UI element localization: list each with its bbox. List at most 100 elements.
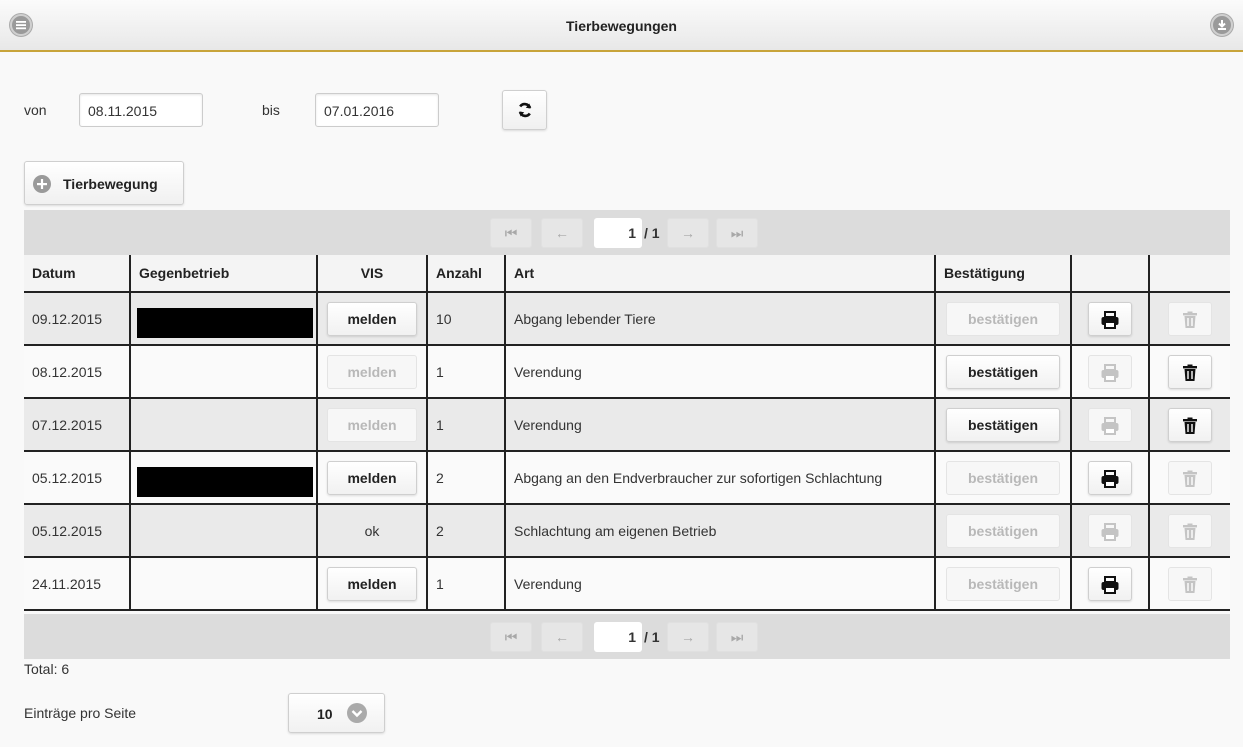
- prev-page-icon[interactable]: ←: [541, 218, 583, 248]
- table-header-row: Datum Gegenbetrieb VIS Anzahl Art Bestät…: [24, 255, 1230, 293]
- cell-datum: 08.12.2015: [24, 345, 130, 399]
- table-row: 05.12.2015 melden 2 Abgang an den Endverbra…: [24, 451, 1230, 505]
- print-icon: [1100, 575, 1120, 597]
- col-anzahl[interactable]: Anzahl: [426, 255, 505, 293]
- cell-gegenbetrieb: [129, 451, 317, 505]
- table-row: 08.12.2015 melden 1 Verendung bestätigen: [24, 345, 1230, 399]
- per-page-select[interactable]: 10: [288, 693, 385, 733]
- first-page-icon[interactable]: ⏮: [490, 218, 532, 248]
- cell-anzahl: 1: [426, 557, 505, 611]
- movements-table: Datum Gegenbetrieb VIS Anzahl Art Bestät…: [24, 255, 1230, 611]
- cell-bestaetigung: bestätigen: [934, 345, 1071, 399]
- cell-datum: 09.12.2015: [24, 292, 130, 346]
- cell-art: Verendung: [504, 345, 935, 399]
- cell-anzahl: 2: [426, 451, 505, 505]
- cell-print: [1070, 345, 1149, 399]
- per-page-value: 10: [317, 706, 333, 722]
- cell-vis: ok: [316, 504, 427, 558]
- page-input[interactable]: 1: [594, 218, 642, 248]
- cell-gegenbetrieb: [129, 345, 317, 399]
- cell-delete: [1148, 398, 1230, 452]
- delete-button: [1168, 460, 1212, 495]
- refresh-icon: [518, 102, 531, 118]
- cell-anzahl: 10: [426, 292, 505, 346]
- bestaetigen-button[interactable]: bestätigen: [946, 354, 1060, 389]
- page-input[interactable]: 1: [594, 622, 642, 652]
- app-header: Tierbewegungen: [0, 0, 1243, 52]
- cell-vis: melden: [316, 451, 427, 505]
- melden-button: melden: [327, 354, 417, 389]
- cell-vis: melden: [316, 345, 427, 399]
- col-vis[interactable]: VIS: [316, 255, 427, 293]
- melden-button[interactable]: melden: [327, 566, 417, 601]
- trash-icon: [1182, 470, 1198, 491]
- from-date-input[interactable]: 08.11.2015: [79, 93, 203, 127]
- per-page-label: Einträge pro Seite: [24, 705, 137, 721]
- print-button[interactable]: [1088, 566, 1132, 601]
- next-page-icon[interactable]: →: [667, 622, 709, 652]
- cell-bestaetigung: bestätigen: [934, 557, 1071, 611]
- col-datum[interactable]: Datum: [24, 255, 130, 293]
- bestaetigen-button: bestätigen: [946, 301, 1060, 336]
- melden-button[interactable]: melden: [327, 460, 417, 495]
- last-page-icon[interactable]: ⏭: [716, 218, 758, 248]
- vis-status: ok: [364, 522, 380, 539]
- cell-print: [1070, 398, 1149, 452]
- total-count: Total: 6: [24, 661, 70, 677]
- trash-icon: [1182, 417, 1198, 438]
- print-icon: [1100, 416, 1120, 438]
- print-button: [1088, 513, 1132, 548]
- cell-art: Schlachtung am eigenen Betrieb: [504, 504, 935, 558]
- page-title: Tierbewegungen: [566, 18, 677, 34]
- prev-page-icon[interactable]: ←: [541, 622, 583, 652]
- melden-button: melden: [327, 407, 417, 442]
- bestaetigen-button[interactable]: bestätigen: [946, 407, 1060, 442]
- cell-gegenbetrieb: [129, 292, 317, 346]
- trash-icon: [1182, 576, 1198, 597]
- redacted-block: [137, 308, 313, 338]
- cell-print: [1070, 292, 1149, 346]
- cell-print: [1070, 504, 1149, 558]
- table-row: 24.11.2015 melden 1 Verendung bestätigen: [24, 557, 1230, 611]
- cell-art: Abgang an den Endverbraucher zur soforti…: [504, 451, 935, 505]
- print-button[interactable]: [1088, 301, 1132, 336]
- print-icon: [1100, 363, 1120, 385]
- to-label: bis: [262, 102, 280, 118]
- to-date-input[interactable]: 07.01.2016: [315, 93, 439, 127]
- delete-button[interactable]: [1168, 354, 1212, 389]
- pager-top: ⏮ ← 1 / 1 → ⏭: [24, 210, 1230, 255]
- add-tierbewegung-button[interactable]: Tierbewegung: [24, 161, 184, 205]
- print-icon: [1100, 522, 1120, 544]
- delete-button: [1168, 513, 1212, 548]
- cell-datum: 05.12.2015: [24, 504, 130, 558]
- refresh-button[interactable]: [502, 90, 547, 130]
- chevron-down-icon: [347, 703, 367, 723]
- bestaetigen-button: bestätigen: [946, 566, 1060, 601]
- print-icon: [1100, 469, 1120, 491]
- cell-print: [1070, 451, 1149, 505]
- cell-bestaetigung: bestätigen: [934, 292, 1071, 346]
- download-icon[interactable]: [1211, 14, 1233, 36]
- col-art[interactable]: Art: [504, 255, 935, 293]
- cell-vis: melden: [316, 398, 427, 452]
- cell-anzahl: 1: [426, 398, 505, 452]
- cell-print: [1070, 557, 1149, 611]
- melden-button[interactable]: melden: [327, 301, 417, 336]
- cell-delete: [1148, 451, 1230, 505]
- print-icon: [1100, 310, 1120, 332]
- col-bestaetigung[interactable]: Bestätigung: [934, 255, 1071, 293]
- col-gegenbetrieb[interactable]: Gegenbetrieb: [129, 255, 317, 293]
- bestaetigen-button: bestätigen: [946, 513, 1060, 548]
- next-page-icon[interactable]: →: [667, 218, 709, 248]
- cell-bestaetigung: bestätigen: [934, 398, 1071, 452]
- pager-bottom: ⏮ ← 1 / 1 → ⏭: [24, 614, 1230, 659]
- print-button[interactable]: [1088, 460, 1132, 495]
- table-row: 07.12.2015 melden 1 Verendung bestätigen: [24, 398, 1230, 452]
- delete-button[interactable]: [1168, 407, 1212, 442]
- last-page-icon[interactable]: ⏭: [716, 622, 758, 652]
- first-page-icon[interactable]: ⏮: [490, 622, 532, 652]
- table-row: 09.12.2015 melden 10 Abgang lebender Tiere b…: [24, 292, 1230, 346]
- bestaetigen-button: bestätigen: [946, 460, 1060, 495]
- cell-art: Verendung: [504, 398, 935, 452]
- col-delete: [1148, 255, 1230, 293]
